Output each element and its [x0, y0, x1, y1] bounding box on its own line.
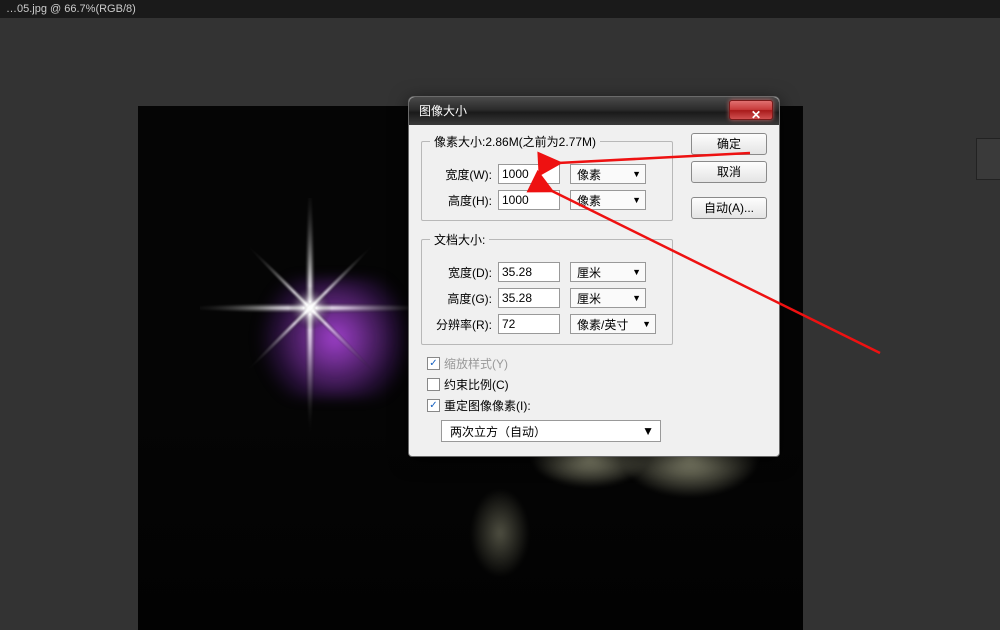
scale-styles-label: 缩放样式(Y) — [444, 355, 508, 372]
doc-height-unit[interactable]: 厘米 ▼ — [570, 288, 646, 308]
resample-label: 重定图像像素(I): — [444, 397, 531, 414]
pixel-height-input[interactable] — [498, 190, 560, 210]
document-tab[interactable]: …05.jpg @ 66.7%(RGB/8) — [0, 0, 1000, 18]
chevron-down-icon: ▼ — [632, 195, 641, 205]
pixel-dimensions-legend: 像素大小:2.86M(之前为2.77M) — [430, 133, 600, 150]
pixel-height-unit[interactable]: 像素 ▼ — [570, 190, 646, 210]
dialog-body: 确定 取消 自动(A)... 像素大小:2.86M(之前为2.77M) 宽度(W… — [409, 125, 779, 456]
width-label: 宽度(W): — [430, 166, 492, 183]
chevron-down-icon: ▼ — [632, 169, 641, 179]
doc-height-label: 高度(G): — [430, 290, 492, 307]
document-size-legend: 文档大小: — [430, 231, 489, 248]
constrain-option[interactable]: 约束比例(C) — [427, 376, 767, 393]
cancel-button[interactable]: 取消 — [691, 161, 767, 183]
chevron-down-icon: ▼ — [642, 424, 654, 438]
chevron-down-icon: ▼ — [642, 319, 651, 329]
doc-width-unit[interactable]: 厘米 ▼ — [570, 262, 646, 282]
resample-option[interactable]: ✓ 重定图像像素(I): — [427, 397, 767, 414]
workspace: 图像大小 ✕ 确定 取消 自动(A)... 像素大小:2.86M(之前为2.77… — [0, 18, 1000, 612]
pixel-width-unit[interactable]: 像素 ▼ — [570, 164, 646, 184]
dialog-title: 图像大小 — [409, 104, 467, 118]
pixel-width-input[interactable] — [498, 164, 560, 184]
document-size-group: 文档大小: 宽度(D): 厘米 ▼ 高度(G): 厘米 ▼ — [421, 231, 673, 345]
dialog-titlebar[interactable]: 图像大小 ✕ — [409, 97, 779, 125]
right-toolstrip[interactable] — [976, 138, 1000, 180]
pixel-dimensions-group: 像素大小:2.86M(之前为2.77M) 宽度(W): 像素 ▼ 高度(H): … — [421, 133, 673, 221]
close-button[interactable]: ✕ — [729, 100, 773, 120]
combo-value: 像素/英寸 — [577, 316, 628, 333]
canvas-reflection — [470, 488, 530, 578]
chevron-down-icon: ▼ — [632, 293, 641, 303]
doc-height-input[interactable] — [498, 288, 560, 308]
constrain-label: 约束比例(C) — [444, 376, 509, 393]
height-label: 高度(H): — [430, 192, 492, 209]
doc-width-label: 宽度(D): — [430, 264, 492, 281]
doc-width-input[interactable] — [498, 262, 560, 282]
chevron-down-icon: ▼ — [632, 267, 641, 277]
canvas-lights — [250, 278, 420, 398]
resample-mode-select[interactable]: 两次立方（自动） ▼ — [441, 420, 661, 442]
button-column: 确定 取消 自动(A)... — [691, 133, 767, 219]
close-icon: ✕ — [741, 108, 761, 122]
combo-value: 两次立方（自动） — [450, 423, 546, 440]
combo-value: 像素 — [577, 192, 601, 209]
auto-button[interactable]: 自动(A)... — [691, 197, 767, 219]
checkbox-icon — [427, 378, 440, 391]
image-size-dialog: 图像大小 ✕ 确定 取消 自动(A)... 像素大小:2.86M(之前为2.77… — [408, 96, 780, 457]
combo-value: 像素 — [577, 166, 601, 183]
ok-button[interactable]: 确定 — [691, 133, 767, 155]
checkbox-icon: ✓ — [427, 399, 440, 412]
checkbox-icon: ✓ — [427, 357, 440, 370]
scale-styles-option: ✓ 缩放样式(Y) — [427, 355, 767, 372]
document-tab-label: …05.jpg @ 66.7%(RGB/8) — [6, 3, 136, 15]
combo-value: 厘米 — [577, 264, 601, 281]
resolution-input[interactable] — [498, 314, 560, 334]
combo-value: 厘米 — [577, 290, 601, 307]
resolution-unit[interactable]: 像素/英寸 ▼ — [570, 314, 656, 334]
resolution-label: 分辨率(R): — [430, 316, 492, 333]
